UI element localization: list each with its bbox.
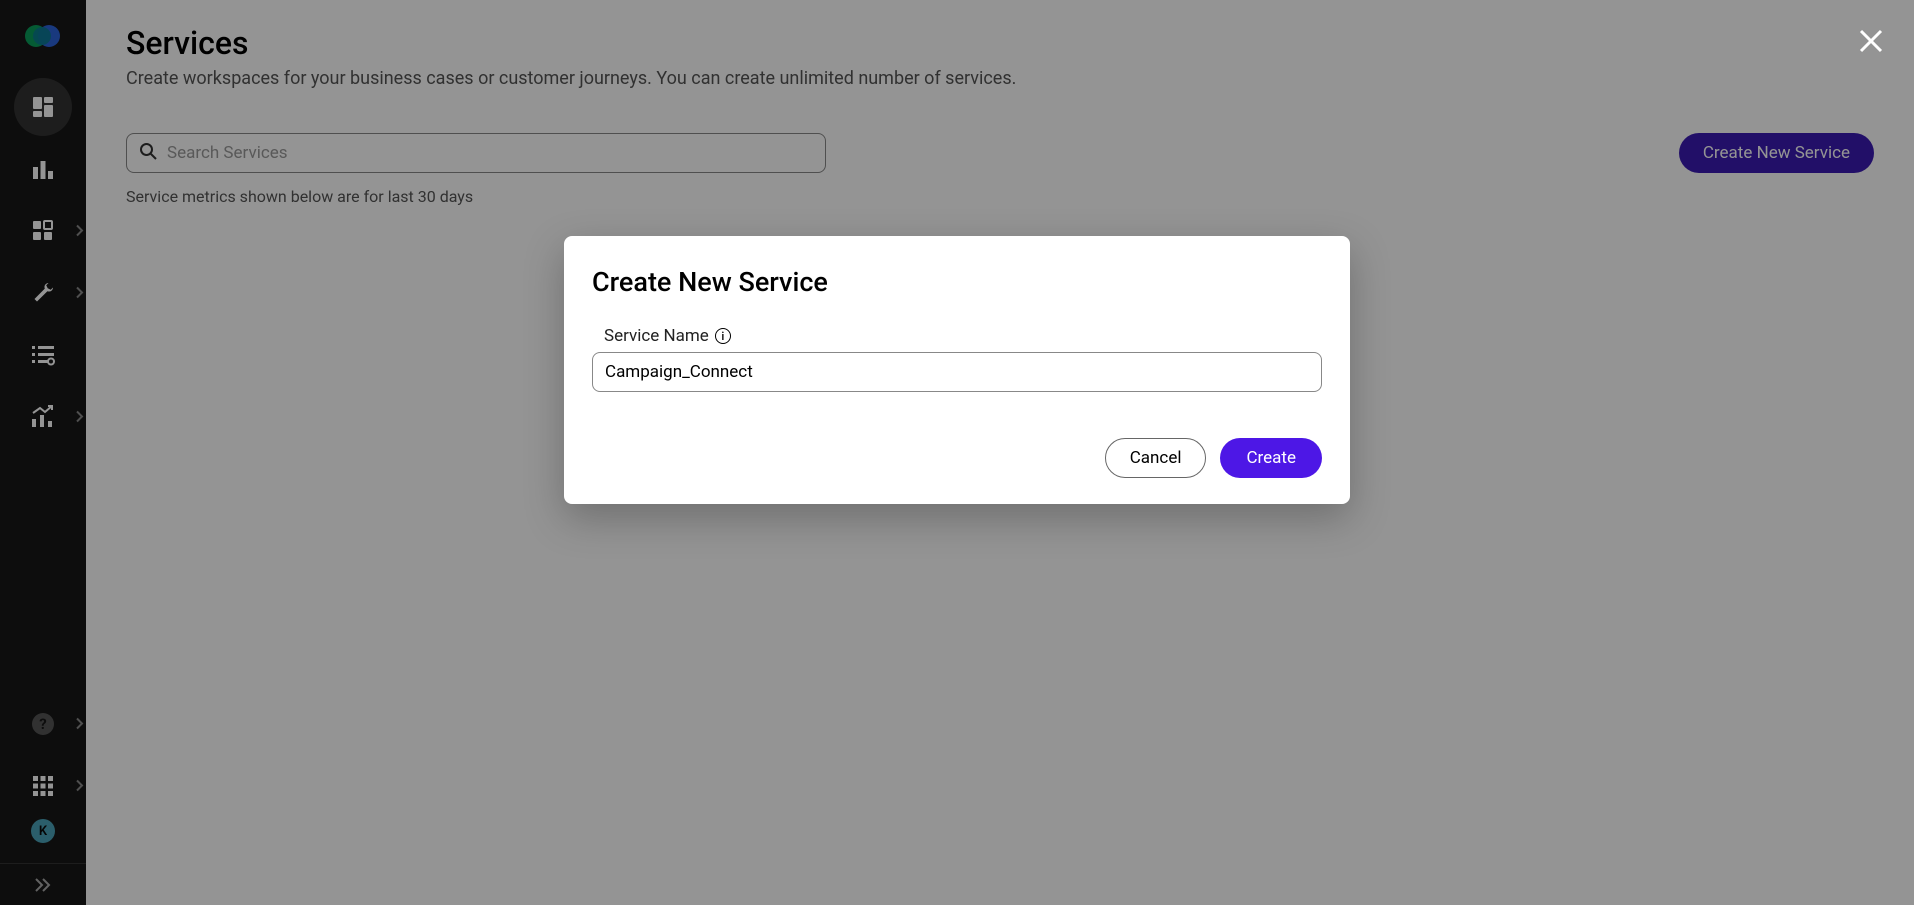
- service-name-label: Service Name i: [604, 326, 1322, 346]
- modal-overlay: Create New Service Service Name i Cancel…: [0, 0, 1914, 905]
- create-button[interactable]: Create: [1220, 438, 1322, 478]
- app-root: ? K Services Create workspaces for your …: [0, 0, 1914, 905]
- modal-title: Create New Service: [592, 266, 1322, 298]
- info-icon[interactable]: i: [715, 328, 731, 344]
- cancel-button[interactable]: Cancel: [1105, 438, 1207, 478]
- service-name-input[interactable]: [592, 352, 1322, 392]
- service-name-label-text: Service Name: [604, 326, 709, 346]
- create-service-modal: Create New Service Service Name i Cancel…: [564, 236, 1350, 504]
- modal-actions: Cancel Create: [592, 438, 1322, 478]
- close-icon[interactable]: [1858, 28, 1884, 58]
